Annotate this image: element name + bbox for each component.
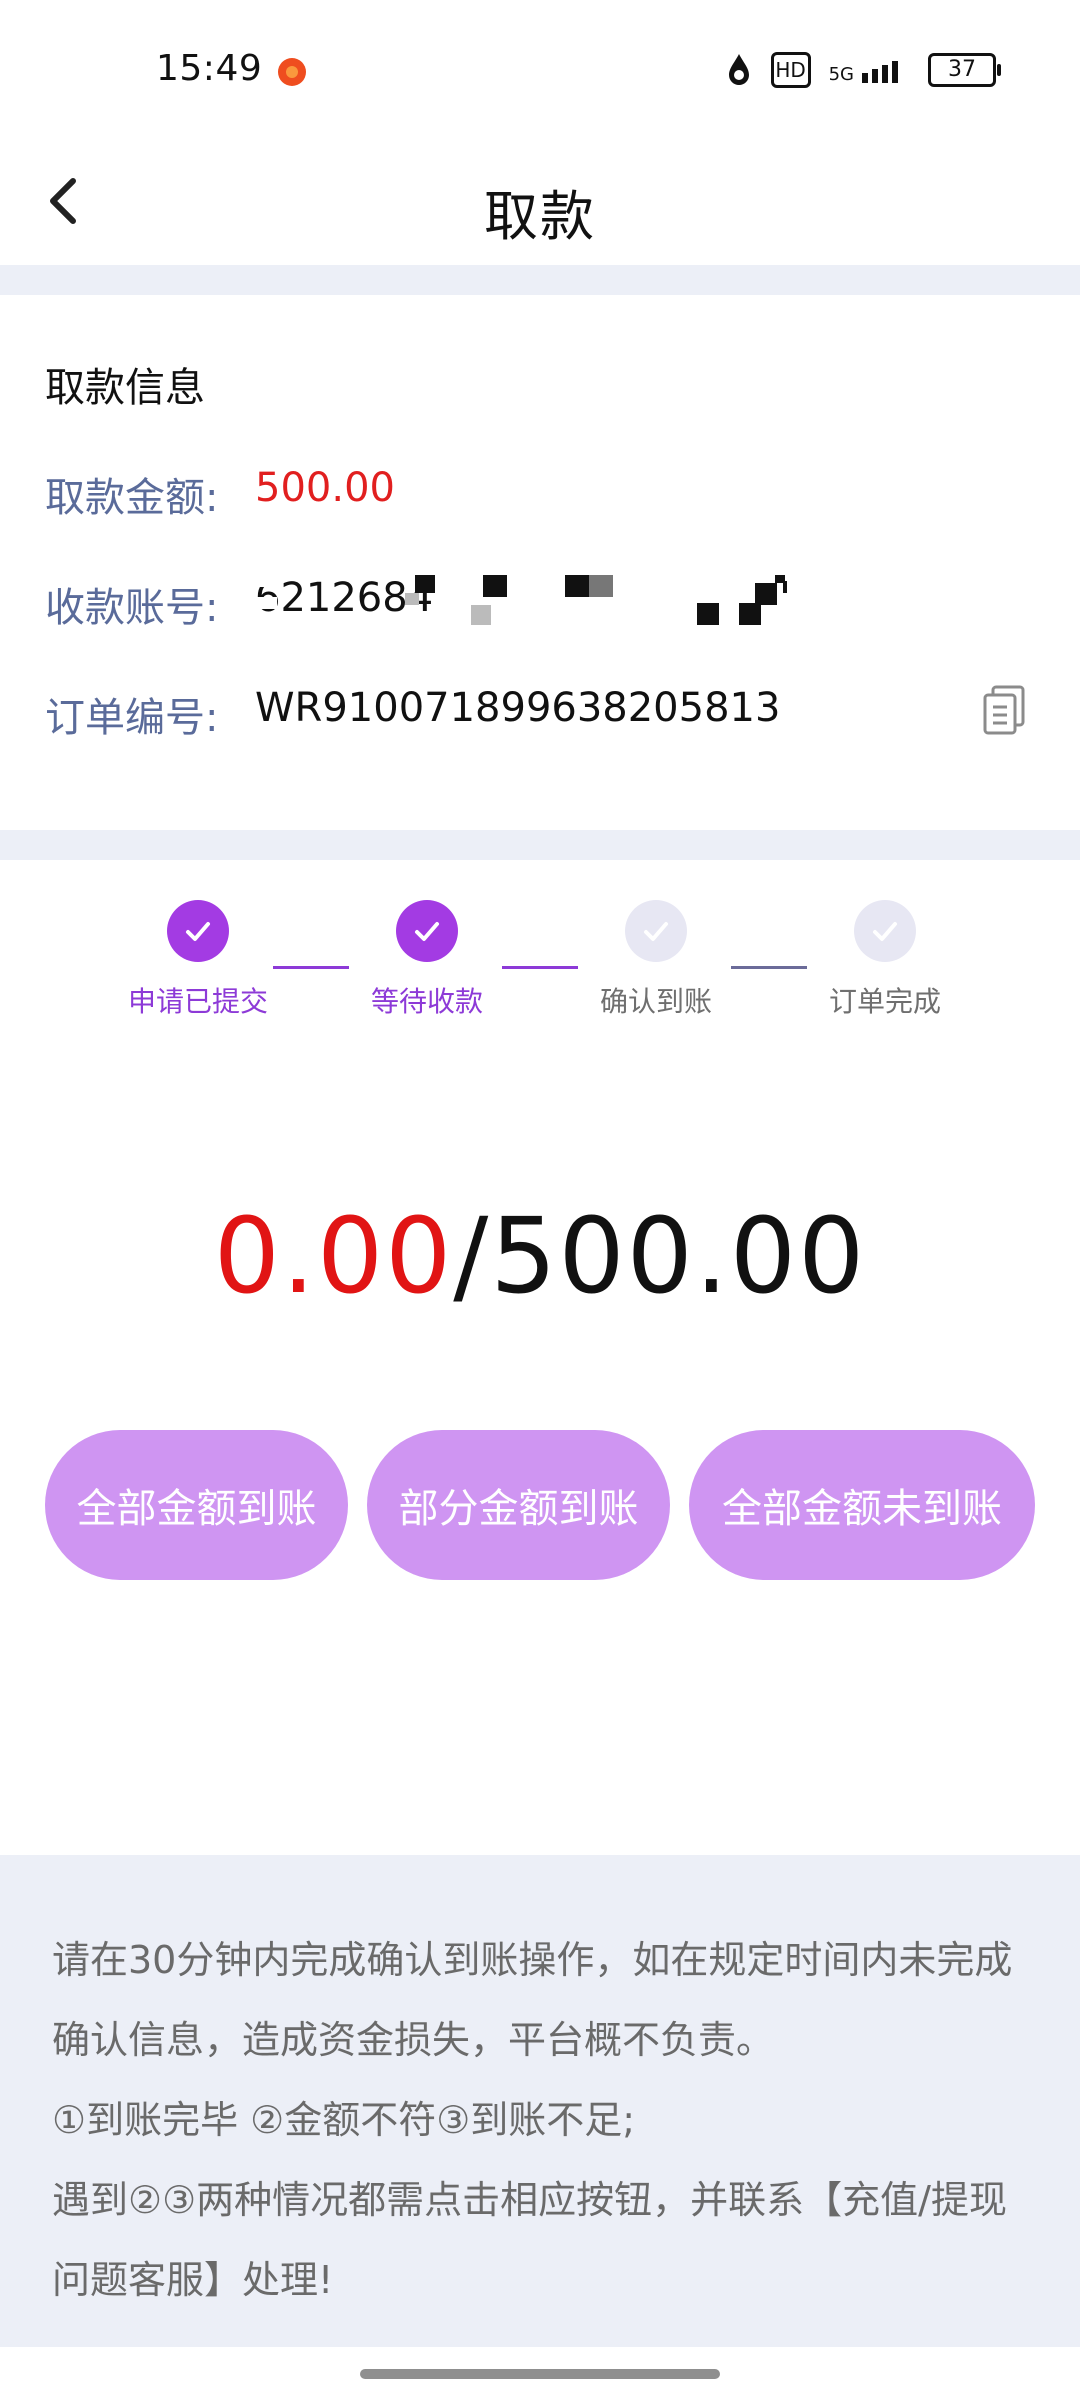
signal-5g: 5G xyxy=(829,55,910,85)
notice-line-2: ①到账完毕 ②金额不符③到账不足; xyxy=(52,2098,636,2142)
battery-indicator: 37 xyxy=(928,53,1001,87)
step-connector-2 xyxy=(502,966,578,969)
step-2-label: 等待收款 xyxy=(370,985,483,1018)
action-buttons: 全部金额到账 部分金额到账 全部金额未到账 xyxy=(45,1430,1035,1580)
order-number: WR910071899638205813 xyxy=(255,685,781,731)
progress-steps: 申请已提交 等待收款 确认到账 订单完成 xyxy=(0,860,1080,1025)
amount-separator: / xyxy=(453,1195,491,1317)
status-bar: 15:49 HD 5G 37 xyxy=(0,0,1080,140)
page-title: 取款 xyxy=(484,185,596,248)
step-3: 确认到账 xyxy=(571,900,741,1020)
amount-label: 取款金额: xyxy=(45,475,219,521)
section-title: 取款信息 xyxy=(45,365,205,411)
account-label: 收款账号: xyxy=(45,585,219,631)
home-indicator[interactable] xyxy=(360,2369,720,2379)
section-divider-top xyxy=(0,265,1080,295)
signal-bars-icon xyxy=(862,61,898,83)
network-label: 5G xyxy=(828,64,854,85)
partial-amount-received-button[interactable]: 部分金额到账 xyxy=(367,1430,670,1580)
received-amount: 0.00 xyxy=(213,1195,454,1317)
step-2-indicator xyxy=(396,900,458,962)
amount-row: 取款金额: 500.00 xyxy=(45,465,1035,525)
notice-text: 请在30分钟内完成确认到账操作，如在规定时间内未完成确认信息，造成资金损失，平台… xyxy=(52,1920,1028,2320)
step-4-label: 订单完成 xyxy=(828,985,941,1018)
check-icon xyxy=(415,922,439,941)
step-1-indicator xyxy=(167,900,229,962)
copy-order-button[interactable] xyxy=(975,681,1035,741)
step-1-label: 申请已提交 xyxy=(127,985,268,1018)
order-row: 订单编号: WR910071899638205813 xyxy=(45,685,1035,745)
order-label: 订单编号: xyxy=(45,695,219,741)
amount-not-received-button[interactable]: 全部金额未到账 xyxy=(689,1430,1035,1580)
step-3-label: 确认到账 xyxy=(599,985,712,1018)
account-row: 收款账号: 6212684 xyxy=(45,575,1035,635)
step-1: 申请已提交 xyxy=(113,900,283,1020)
step-3-indicator xyxy=(625,900,687,962)
app-notification-icon xyxy=(278,58,306,86)
system-icons: HD 5G 37 xyxy=(725,50,1001,90)
section-divider-mid xyxy=(0,830,1080,860)
step-4: 订单完成 xyxy=(800,900,970,1020)
hd-badge: HD xyxy=(770,52,811,88)
drop-icon xyxy=(728,54,749,85)
step-connector-3 xyxy=(731,966,807,969)
pixel-mosaic-overlay xyxy=(255,575,787,625)
check-icon xyxy=(186,922,210,941)
amount-progress: 0.00/500.00 xyxy=(0,1195,1080,1317)
notice-line-3: 遇到②③两种情况都需点击相应按钮，并联系【充值/提现问题客服】处理! xyxy=(52,2178,1007,2302)
hd-label: HD xyxy=(775,58,806,82)
check-icon xyxy=(644,922,668,941)
copy-icon xyxy=(983,685,1025,735)
amount-value: 500.00 xyxy=(255,465,395,511)
masked-account-value: 6212684 xyxy=(255,575,895,635)
total-amount: 500.00 xyxy=(490,1195,867,1317)
status-time: 15:49 xyxy=(156,48,263,89)
notice-line-1: 请在30分钟内完成确认到账操作，如在规定时间内未完成确认信息，造成资金损失，平台… xyxy=(52,1938,1013,2062)
step-connector-1 xyxy=(273,966,349,969)
check-icon xyxy=(873,922,897,941)
battery-level: 37 xyxy=(948,57,976,82)
withdraw-info-card: 取款信息 取款金额: 500.00 收款账号: 6212684 订单编号: WR… xyxy=(0,295,1080,830)
step-4-indicator xyxy=(854,900,916,962)
full-amount-received-button[interactable]: 全部金额到账 xyxy=(45,1430,348,1580)
notice-panel: 请在30分钟内完成确认到账操作，如在规定时间内未完成确认信息，造成资金损失，平台… xyxy=(0,1855,1080,2347)
app-header: 取款 xyxy=(0,140,1080,265)
step-2: 等待收款 xyxy=(342,900,512,1020)
